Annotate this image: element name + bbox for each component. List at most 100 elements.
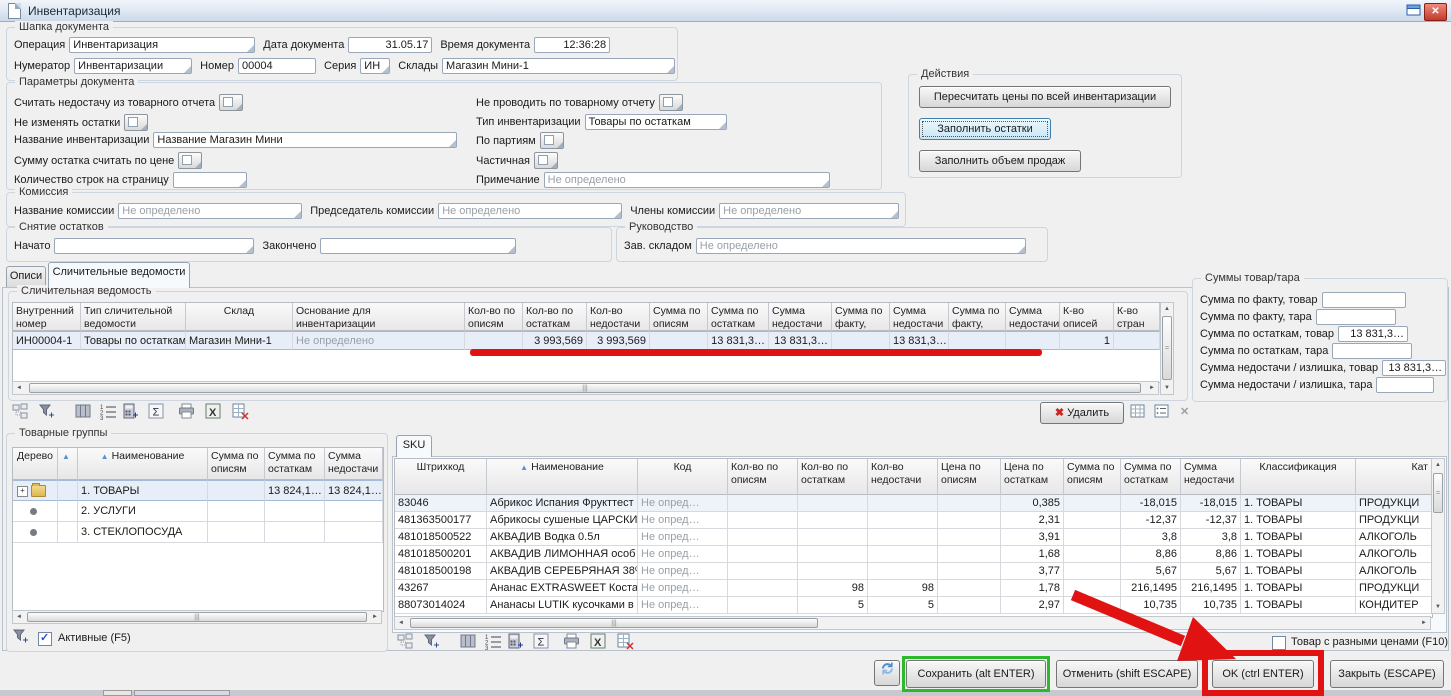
sum-icon[interactable]: Σ — [148, 403, 166, 421]
column-header[interactable]: Основание для инвентаризации — [293, 303, 465, 331]
fill-sales-volume-button[interactable]: Заполнить объем продаж — [919, 150, 1081, 172]
close-x-icon[interactable]: ✕ — [1180, 405, 1194, 419]
scroll-down-arrow[interactable]: ▼ — [1432, 602, 1444, 612]
sum-icon[interactable]: Σ — [533, 633, 551, 651]
flag-sum-by-price[interactable] — [178, 152, 202, 169]
column-header[interactable]: Кол-во по описям — [465, 303, 523, 331]
column-header[interactable]: ▲Наименование — [78, 448, 208, 480]
column-header[interactable]: Цена по остаткам — [1001, 459, 1064, 495]
refresh-button[interactable] — [874, 660, 900, 686]
calculator-icon[interactable] — [507, 633, 525, 651]
inventory-name-input[interactable]: Название Магазин Мини — [153, 132, 457, 148]
sum-field-1[interactable] — [1316, 309, 1396, 325]
close-escape-button[interactable]: Закрыть (ESCAPE) — [1330, 660, 1444, 688]
operation-input[interactable]: Инвентаризация — [69, 37, 255, 53]
numbered-list-icon[interactable]: 123 — [100, 403, 118, 421]
flag-partial[interactable] — [534, 152, 558, 169]
column-header[interactable]: Кол-во по остаткам — [523, 303, 587, 331]
scroll-left-arrow[interactable]: ◄ — [395, 618, 407, 629]
taskbar-item[interactable] — [134, 690, 230, 696]
column-header[interactable]: ▲Наименование — [487, 459, 638, 495]
diff-price-checkbox[interactable] — [1272, 636, 1286, 650]
column-header[interactable]: Сумма по описям — [650, 303, 708, 331]
print-icon[interactable] — [178, 403, 196, 421]
scroll-right-arrow[interactable]: ► — [1418, 618, 1430, 629]
column-header[interactable]: Классификация — [1241, 459, 1356, 495]
grid-remove-icon[interactable] — [617, 633, 635, 651]
column-header[interactable]: Сумма по факту, — [949, 303, 1006, 331]
grid-view-icon[interactable] — [1130, 404, 1148, 422]
active-f5-checkbox[interactable] — [38, 632, 52, 646]
doc-date-input[interactable]: 31.05.17 — [348, 37, 432, 53]
restore-icon[interactable] — [1405, 4, 1423, 18]
scroll-down-arrow[interactable]: ▼ — [1161, 383, 1173, 393]
scroll-up-arrow[interactable]: ▲ — [1432, 460, 1444, 470]
ok-button[interactable]: OK (ctrl ENTER) — [1212, 660, 1314, 688]
scroll-left-arrow[interactable]: ◄ — [13, 612, 25, 623]
flag-no-change-remainders[interactable] — [124, 114, 148, 131]
table-row[interactable]: 481363500177Абрикосы сушеные ЦАРСКИЕ кур… — [395, 512, 1432, 529]
column-header[interactable]: Сумма по описям — [208, 448, 265, 480]
filter-icon[interactable] — [38, 403, 56, 421]
table-row[interactable]: 3. СТЕКЛОПОСУДА — [13, 522, 383, 543]
tab-slichitelnye-vedomosti[interactable]: Сличительные ведомости — [48, 262, 190, 288]
table-row[interactable]: 43267Ананас EXTRASWEET Коста Рика …Не оп… — [395, 580, 1432, 597]
groups-filter-icon[interactable] — [12, 628, 30, 646]
column-header[interactable]: Кол-во недостачи — [587, 303, 650, 331]
print-icon[interactable] — [563, 633, 581, 651]
column-header[interactable]: Сумма недостачи — [890, 303, 949, 331]
fill-remainders-button[interactable]: Заполнить остатки — [919, 118, 1051, 140]
sku-h-scrollbar[interactable]: ◄ ► ||| — [394, 616, 1431, 630]
number-input[interactable]: 00004 — [238, 58, 316, 74]
sum-field-3[interactable] — [1332, 343, 1412, 359]
table-row[interactable]: 2. УСЛУГИ — [13, 501, 383, 522]
columns-icon[interactable] — [460, 633, 478, 651]
commission-chair-input[interactable]: Не определено — [438, 203, 622, 219]
commission-name-input[interactable]: Не определено — [118, 203, 302, 219]
tab-opisi[interactable]: Описи — [6, 266, 46, 287]
scroll-right-arrow[interactable]: ► — [369, 612, 381, 623]
calculator-icon[interactable] — [122, 403, 140, 421]
doc-time-input[interactable]: 12:36:28 — [534, 37, 610, 53]
scrollbar-thumb[interactable]: ||| — [29, 383, 1141, 393]
scrollbar-thumb[interactable]: = — [1162, 316, 1172, 380]
tree-icon[interactable] — [397, 633, 415, 651]
finished-input[interactable] — [320, 238, 516, 254]
column-header[interactable]: Дерево — [13, 448, 58, 480]
sku-v-scrollbar[interactable]: ▲ ▼ = — [1431, 458, 1445, 614]
numerator-input[interactable]: Инвентаризации — [74, 58, 192, 74]
table-row[interactable]: 481018500522АКВАДИВ Водка 0.5лНе опред…3… — [395, 529, 1432, 546]
column-header[interactable]: Штрихкод — [395, 459, 487, 495]
groups-h-scrollbar[interactable]: ◄ ►||| — [12, 610, 382, 624]
table-row[interactable]: 83046Абрикос Испания Фрукттест весНе опр… — [395, 495, 1432, 512]
note-input[interactable]: Не определено — [544, 172, 830, 188]
column-header[interactable]: Сумма по описям — [1064, 459, 1121, 495]
column-header[interactable]: Код — [638, 459, 728, 495]
commission-members-input[interactable]: Не определено — [719, 203, 899, 219]
scrollbar-thumb[interactable]: = — [1433, 473, 1443, 513]
grid-remove-icon[interactable] — [232, 403, 250, 421]
column-header[interactable]: Цена по описям — [938, 459, 1001, 495]
sum-field-5[interactable] — [1376, 377, 1434, 393]
column-header[interactable]: ▲ — [58, 448, 78, 480]
table-row[interactable]: 481018500201АКВАДИВ ЛИМОННАЯ особ Водка…… — [395, 546, 1432, 563]
close-button[interactable]: ✕ — [1424, 3, 1447, 21]
scrollbar-thumb[interactable]: ||| — [27, 612, 367, 622]
table-row[interactable]: +1. ТОВАРЫ13 824,1…13 824,1… — [13, 480, 383, 501]
column-header[interactable]: Тип сличительной ведомости — [81, 303, 186, 331]
column-header[interactable]: Сумма недостачи — [325, 448, 383, 480]
column-header[interactable]: Сумма недостачи — [769, 303, 832, 331]
column-header[interactable]: Сумма по остаткам — [708, 303, 769, 331]
sum-field-0[interactable] — [1322, 292, 1406, 308]
sheet-h-scrollbar[interactable]: ◄►||| — [12, 381, 1159, 395]
columns-icon[interactable] — [75, 403, 93, 421]
flag-count-shortage[interactable] — [219, 94, 243, 111]
column-header[interactable]: Сумма по остаткам — [265, 448, 325, 480]
filter-icon[interactable] — [423, 633, 441, 651]
tree-icon[interactable] — [12, 403, 30, 421]
taskbar-item[interactable] — [103, 690, 132, 696]
scrollbar-thumb[interactable]: ||| — [410, 618, 818, 628]
column-header[interactable]: Сумма по остаткам — [1121, 459, 1181, 495]
scroll-right-arrow[interactable]: ► — [1146, 383, 1158, 394]
excel-icon[interactable]: X — [205, 403, 223, 421]
